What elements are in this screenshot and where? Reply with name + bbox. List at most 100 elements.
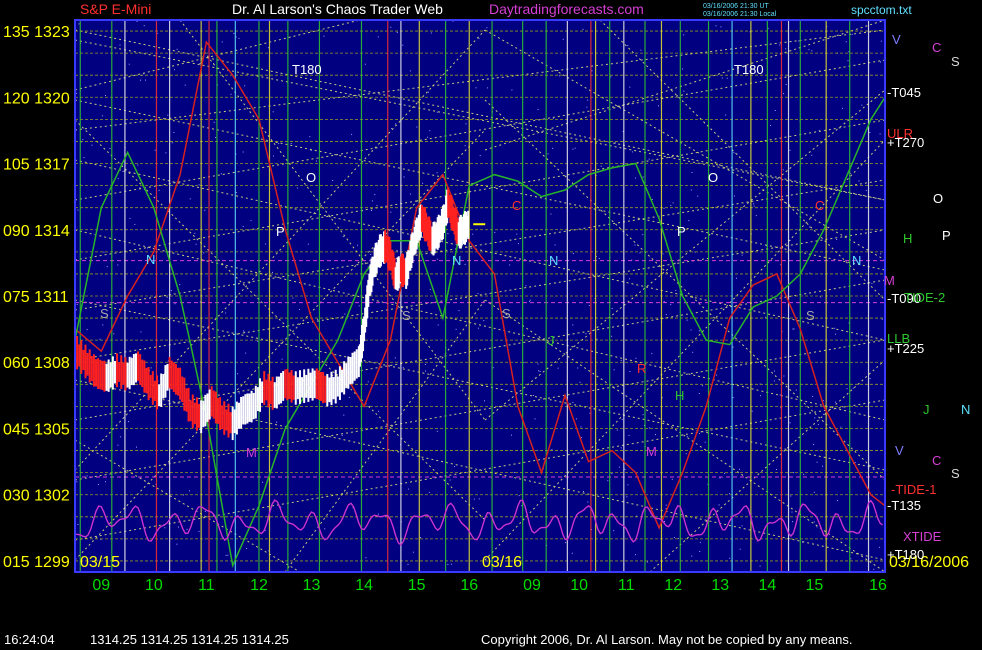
planet-mark: S — [502, 306, 511, 321]
star-dot — [195, 243, 197, 245]
planet-mark: N — [549, 253, 558, 268]
star-dot — [186, 528, 188, 530]
planet-mark: S — [402, 308, 411, 323]
star-dot — [583, 491, 584, 493]
star-dot — [861, 104, 863, 106]
data-file-name: spcctom.txt — [851, 3, 912, 17]
star-dot — [128, 63, 130, 65]
right-legend-label: -T045 — [887, 85, 921, 100]
star-dot — [572, 324, 574, 326]
star-dot — [698, 330, 700, 332]
star-dot — [396, 31, 398, 33]
star-dot — [262, 481, 264, 483]
star-dot — [635, 357, 637, 359]
star-dot — [245, 352, 247, 354]
star-dot — [686, 319, 688, 321]
star-dot — [408, 488, 410, 490]
star-dot — [816, 526, 818, 528]
star-dot — [145, 79, 146, 81]
star-dot — [242, 151, 244, 153]
star-dot — [429, 130, 431, 132]
star-dot — [101, 115, 103, 117]
x-tick-label: 11 — [618, 577, 635, 594]
star-dot — [429, 288, 431, 290]
star-dot — [143, 25, 145, 27]
star-dot — [478, 38, 480, 40]
star-dot — [575, 418, 577, 420]
star-dot — [483, 320, 485, 322]
star-dot — [174, 303, 176, 305]
star-dot — [364, 63, 366, 65]
star-dot — [774, 370, 775, 372]
star-dot — [765, 316, 767, 318]
star-dot — [315, 160, 317, 162]
y-tick-label: 120 1320 — [3, 90, 70, 107]
star-dot — [728, 493, 730, 495]
star-dot — [447, 233, 449, 235]
site-link[interactable]: Daytradingforecasts.com — [489, 1, 644, 17]
star-dot — [770, 125, 772, 126]
x-tick-label: 16 — [869, 577, 887, 594]
star-dot — [572, 148, 574, 150]
star-dot — [823, 413, 825, 415]
star-dot — [598, 258, 600, 259]
y-tick-label: 060 1308 — [3, 355, 70, 372]
star-dot — [627, 45, 629, 47]
star-dot — [425, 370, 426, 372]
star-dot — [683, 34, 685, 36]
star-dot — [454, 466, 455, 468]
star-dot — [529, 299, 531, 301]
star-dot — [106, 266, 108, 268]
right-legend-label: H — [903, 231, 912, 246]
star-dot — [691, 555, 693, 557]
star-dot — [783, 375, 785, 377]
t180-annotation: T180 — [734, 62, 764, 77]
star-dot — [509, 264, 511, 266]
star-dot — [391, 128, 393, 129]
star-dot — [537, 109, 539, 111]
star-dot — [773, 380, 775, 382]
star-dot — [685, 453, 687, 455]
star-dot — [691, 172, 693, 173]
star-dot — [715, 25, 717, 27]
star-dot — [158, 189, 160, 191]
star-dot — [136, 20, 138, 22]
star-dot — [675, 290, 677, 292]
star-dot — [394, 357, 396, 359]
star-dot — [587, 99, 589, 101]
x-tick-label: 12 — [664, 577, 682, 594]
star-dot — [117, 178, 119, 180]
star-dot — [204, 209, 206, 211]
star-dot — [77, 209, 79, 211]
star-dot — [204, 510, 206, 512]
star-dot — [724, 472, 726, 474]
star-dot — [792, 328, 794, 330]
star-dot — [518, 495, 520, 497]
star-dot — [836, 239, 838, 240]
star-dot — [170, 290, 172, 292]
y-tick-label: 105 1317 — [3, 157, 70, 174]
star-dot — [525, 285, 527, 287]
star-dot — [103, 251, 105, 253]
star-dot — [716, 374, 718, 376]
star-dot — [119, 44, 121, 46]
star-dot — [165, 152, 167, 154]
star-dot — [267, 47, 269, 49]
star-dot — [341, 435, 343, 437]
star-dot — [194, 232, 196, 234]
star-dot — [154, 149, 156, 151]
star-dot — [733, 152, 735, 154]
star-dot — [117, 444, 119, 446]
x-tick-label: 15 — [408, 577, 426, 594]
star-dot — [559, 75, 560, 77]
star-dot — [225, 554, 227, 556]
star-dot — [344, 313, 346, 315]
star-dot — [82, 139, 84, 141]
planet-mark: C — [815, 198, 824, 213]
star-dot — [447, 564, 449, 565]
star-dot — [91, 144, 93, 146]
star-dot — [809, 226, 811, 228]
right-legend-label: V — [892, 32, 901, 47]
star-dot — [760, 395, 761, 397]
star-dot — [351, 133, 353, 135]
